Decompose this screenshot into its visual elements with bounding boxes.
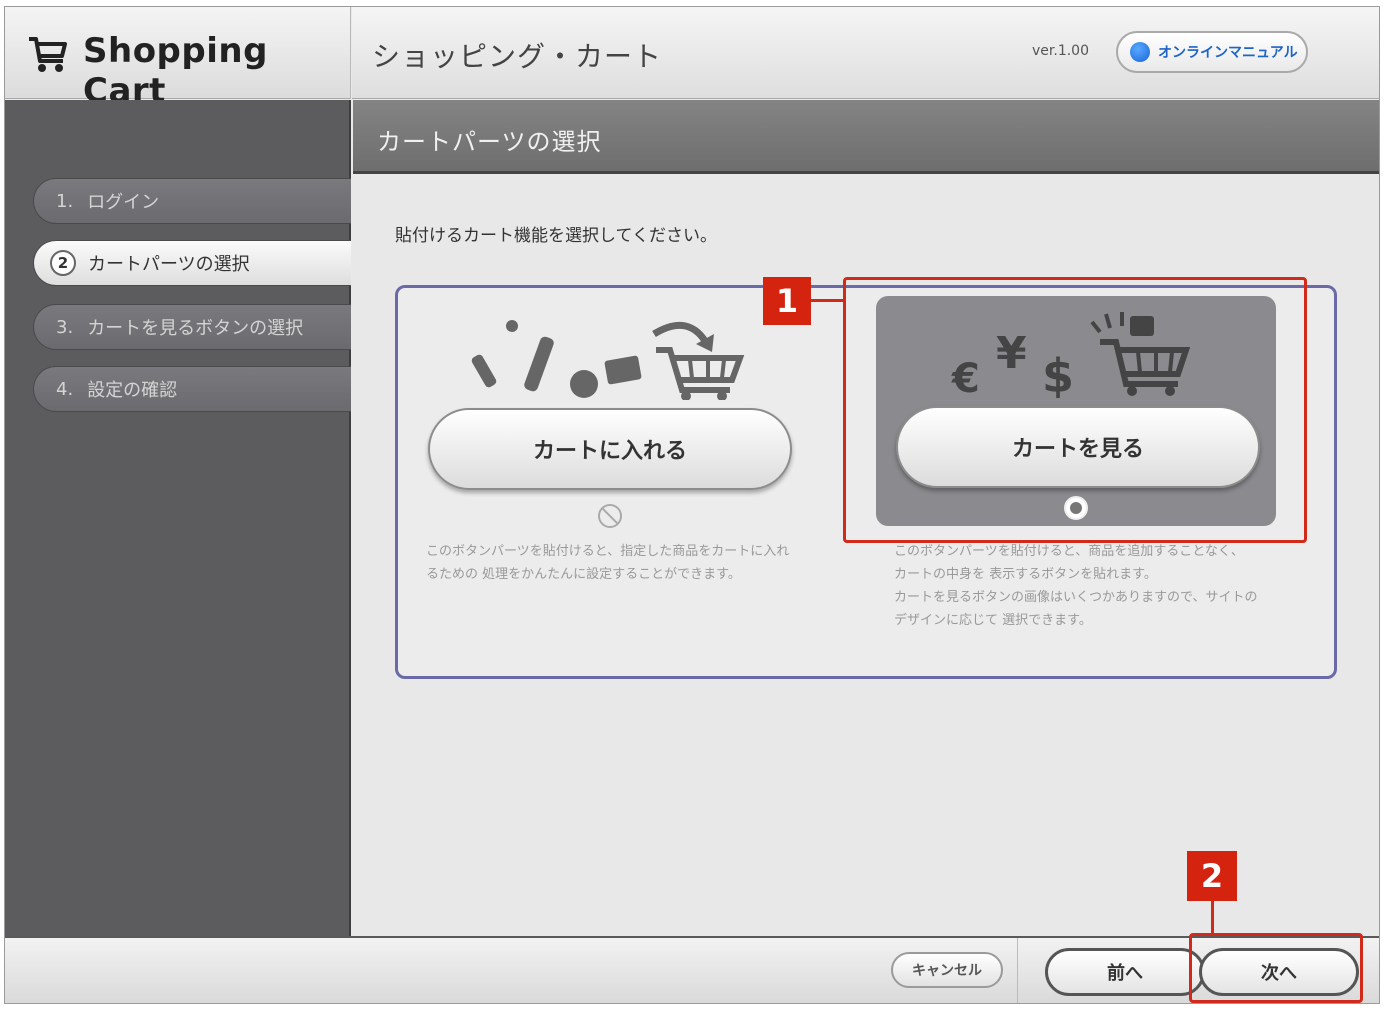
add-to-cart-radio-disabled-icon (598, 504, 622, 528)
shopping-cart-icon (29, 37, 67, 72)
step-number: 1. (56, 190, 74, 212)
step-number: 4. (56, 378, 74, 400)
header: ショッピング・カート ver.1.00 オンラインマニュアル (352, 7, 1379, 99)
instruction-text: 貼付けるカート機能を選択してください。 (395, 226, 717, 246)
add-to-cart-button[interactable]: カートに入れる (428, 408, 792, 490)
callout-badge-2: 2 (1187, 851, 1237, 901)
section-title: カートパーツの選択 (377, 128, 602, 156)
step-confirm[interactable]: 4. 設定の確認 (33, 366, 351, 412)
view-cart-description: このボタンパーツを貼付けると、商品を追加することなく、 カートの中身を 表示する… (894, 544, 1258, 628)
current-step-badge: 2 (50, 250, 76, 276)
step-label: 設定の確認 (87, 380, 178, 401)
version-label: ver.1.00 (1032, 43, 1089, 59)
step-label: カートパーツの選択 (88, 254, 250, 275)
step-label: カートを見るボタンの選択 (87, 318, 304, 339)
header-title: ショッピング・カート (372, 40, 663, 73)
app-window: Shopping Cart ショッピング・カート ver.1.00 オンラインマ… (4, 6, 1380, 1004)
section-header: カートパーツの選択 (353, 100, 1379, 174)
online-manual-button[interactable]: オンラインマニュアル (1116, 31, 1308, 73)
cancel-button[interactable]: キャンセル (891, 952, 1003, 988)
step-cart-parts[interactable]: 2 カートパーツの選択 (33, 240, 351, 286)
callout-badge-1: 1 (763, 277, 811, 325)
online-manual-label: オンラインマニュアル (1158, 45, 1298, 61)
callout-line-1 (811, 299, 845, 302)
footer-bar: キャンセル 前へ 次へ (5, 936, 1379, 1003)
callout-box-2 (1189, 933, 1363, 1003)
prev-button[interactable]: 前へ (1045, 948, 1205, 996)
items-into-cart-icon (471, 320, 745, 400)
callout-box-1 (843, 277, 1307, 543)
callout-line-2 (1211, 901, 1214, 935)
footer-divider (1017, 938, 1018, 1003)
step-login[interactable]: 1. ログイン (33, 178, 351, 224)
step-number: 3. (56, 316, 74, 338)
add-to-cart-description: このボタンパーツを貼付けると、指定した商品をカートに入れ るための 処理をかんた… (426, 544, 790, 582)
option-add-to-cart[interactable]: カートに入れる (428, 298, 828, 528)
step-label: ログイン (87, 192, 160, 213)
globe-icon (1130, 42, 1150, 62)
app-name: Shopping Cart (83, 31, 268, 111)
step-view-cart-button[interactable]: 3. カートを見るボタンの選択 (33, 304, 351, 350)
wizard-steps-sidebar: 1. ログイン 2 カートパーツの選択 3. カートを見るボタンの選択 4. 設… (5, 100, 351, 936)
app-brand: Shopping Cart (5, 7, 351, 111)
